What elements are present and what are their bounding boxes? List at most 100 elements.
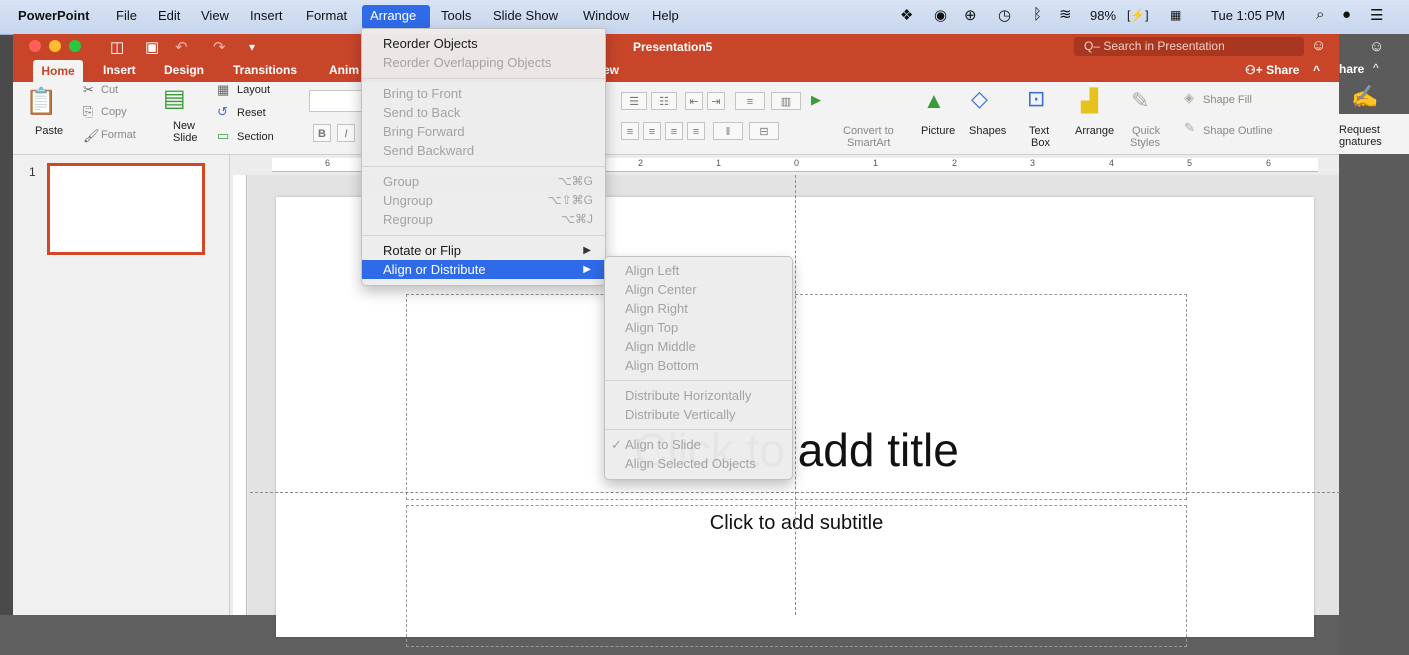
convert-smartart-line2[interactable]: SmartArt: [847, 137, 890, 149]
menu-tools[interactable]: Tools: [441, 8, 471, 23]
menu-insert[interactable]: Insert: [250, 8, 283, 23]
paste-icon[interactable]: 📋: [25, 86, 57, 117]
menu-format[interactable]: Format: [306, 8, 347, 23]
line-spacing-button[interactable]: ≡: [735, 92, 765, 110]
layout-icon[interactable]: ▦: [217, 82, 229, 98]
align-right-button[interactable]: ≡: [665, 122, 683, 140]
copy-icon[interactable]: ⎘: [83, 104, 93, 120]
tab-insert[interactable]: Insert: [103, 63, 136, 77]
text-box-label-line2[interactable]: Box: [1031, 137, 1050, 149]
columns-button[interactable]: ▥: [771, 92, 801, 110]
new-slide-label-line2[interactable]: Slide: [173, 132, 197, 144]
tab-animations[interactable]: Anim: [329, 63, 359, 77]
section-icon[interactable]: ▭: [217, 128, 229, 144]
convert-smartart-line1[interactable]: Convert to: [843, 125, 894, 137]
bluetooth-icon[interactable]: ᛒ: [1033, 6, 1042, 23]
numbering-button[interactable]: ☷: [651, 92, 677, 110]
share-button[interactable]: ⚇+ Share: [1245, 63, 1299, 77]
redo-icon[interactable]: ↷: [213, 38, 226, 56]
arrange-label[interactable]: Arrange: [1075, 125, 1114, 137]
shapes-label[interactable]: Shapes: [969, 125, 1006, 137]
shape-fill-label[interactable]: Shape Fill: [1203, 94, 1252, 106]
quick-styles-icon[interactable]: ✎: [1131, 88, 1149, 114]
battery-percent[interactable]: 98%: [1090, 8, 1116, 23]
menu-help[interactable]: Help: [652, 8, 679, 23]
menu-edit[interactable]: Edit: [158, 8, 180, 23]
justify-button[interactable]: ≡: [687, 122, 705, 140]
shape-outline-label[interactable]: Shape Outline: [1203, 125, 1273, 137]
layout-label[interactable]: Layout: [237, 84, 270, 96]
customize-toolbar-icon[interactable]: ▾: [249, 40, 255, 54]
menu-item-reorder-objects[interactable]: Reorder Objects: [362, 34, 605, 53]
menu-item-rotate-or-flip[interactable]: Rotate or Flip ▶: [362, 241, 605, 260]
tab-design[interactable]: Design: [164, 63, 204, 77]
quick-styles-label-line2[interactable]: Styles: [1130, 137, 1160, 149]
slide-thumbnail[interactable]: [47, 163, 205, 255]
menu-window[interactable]: Window: [583, 8, 629, 23]
text-direction-icon[interactable]: ▶: [811, 92, 821, 108]
new-slide-label-line1[interactable]: New: [173, 120, 195, 132]
font-name-field[interactable]: [309, 90, 369, 112]
shape-outline-icon[interactable]: ✎: [1184, 120, 1195, 136]
save-icon[interactable]: ▣: [145, 38, 159, 56]
collapse-ribbon-icon[interactable]: ^: [1313, 63, 1320, 77]
italic-button[interactable]: I: [337, 124, 355, 142]
format-painter-icon[interactable]: 🖌: [83, 128, 100, 144]
minimize-window-button[interactable]: [49, 40, 61, 52]
menu-view[interactable]: View: [201, 8, 229, 23]
undo-icon[interactable]: ↶: [175, 38, 188, 56]
bold-button[interactable]: B: [313, 124, 331, 142]
menu-app-name[interactable]: PowerPoint: [18, 8, 90, 23]
text-direction-button[interactable]: ‖: [713, 122, 743, 140]
decrease-indent-button[interactable]: ⇤: [685, 92, 703, 110]
time-machine-icon[interactable]: ◷: [998, 6, 1011, 24]
menu-item-align-or-distribute[interactable]: Align or Distribute ▶: [362, 260, 605, 279]
cut-label[interactable]: Cut: [101, 84, 118, 96]
align-center-button[interactable]: ≡: [643, 122, 661, 140]
battery-icon[interactable]: [⚡]: [1127, 8, 1149, 22]
quick-styles-label-line1[interactable]: Quick: [1132, 125, 1160, 137]
tab-home[interactable]: Home: [33, 60, 83, 82]
picture-icon[interactable]: ▲: [923, 88, 945, 114]
new-slide-icon[interactable]: ▤: [163, 84, 186, 113]
zoom-window-button[interactable]: [69, 40, 81, 52]
wifi-icon[interactable]: ≋: [1059, 5, 1072, 23]
calendar-icon[interactable]: ▦: [1170, 8, 1181, 22]
section-label[interactable]: Section: [237, 131, 274, 143]
format-painter-label[interactable]: Format: [101, 129, 136, 141]
shape-fill-icon[interactable]: ◈: [1184, 90, 1194, 106]
align-text-button[interactable]: ⊟: [749, 122, 779, 140]
feedback-smiley-icon[interactable]: ☺: [1311, 37, 1326, 54]
dropbox-icon[interactable]: ❖: [900, 6, 913, 24]
menu-file[interactable]: File: [116, 8, 137, 23]
subtitle-placeholder-text[interactable]: Click to add subtitle: [407, 512, 1186, 535]
increase-indent-button[interactable]: ⇥: [707, 92, 725, 110]
app-status-icon[interactable]: ◉: [934, 6, 947, 24]
close-window-button[interactable]: [29, 40, 41, 52]
text-box-label-line1[interactable]: Text: [1029, 125, 1049, 137]
shapes-icon[interactable]: ◇: [971, 86, 988, 112]
tab-transitions[interactable]: Transitions: [233, 63, 297, 77]
arrange-icon[interactable]: ▟: [1081, 88, 1098, 114]
align-left-button[interactable]: ≡: [621, 122, 639, 140]
keychain-icon[interactable]: ⊕: [964, 6, 977, 24]
reset-icon[interactable]: ↺: [217, 104, 228, 120]
search-input[interactable]: Q– Search in Presentation: [1074, 37, 1304, 56]
reset-label[interactable]: Reset: [237, 107, 266, 119]
siri-icon[interactable]: ●: [1342, 6, 1351, 23]
picture-label[interactable]: Picture: [921, 125, 955, 137]
title-placeholder[interactable]: Click to add title: [406, 294, 1187, 500]
paste-label[interactable]: Paste: [35, 125, 63, 137]
notification-center-icon[interactable]: ☰: [1370, 6, 1383, 24]
text-box-icon[interactable]: ⊡: [1027, 86, 1045, 112]
subtitle-placeholder[interactable]: Click to add subtitle: [406, 505, 1187, 647]
title-placeholder-text[interactable]: Click to add title: [407, 423, 1186, 477]
sidebar-toggle-icon[interactable]: ◫: [110, 38, 124, 56]
bullets-button[interactable]: ☰: [621, 92, 647, 110]
cut-icon[interactable]: ✂: [83, 82, 94, 98]
copy-label[interactable]: Copy: [101, 106, 127, 118]
menu-arrange[interactable]: Arrange: [370, 8, 416, 23]
menu-slide-show[interactable]: Slide Show: [493, 8, 558, 23]
clock[interactable]: Tue 1:05 PM: [1211, 8, 1285, 23]
spotlight-search-icon[interactable]: ⌕: [1316, 6, 1324, 23]
